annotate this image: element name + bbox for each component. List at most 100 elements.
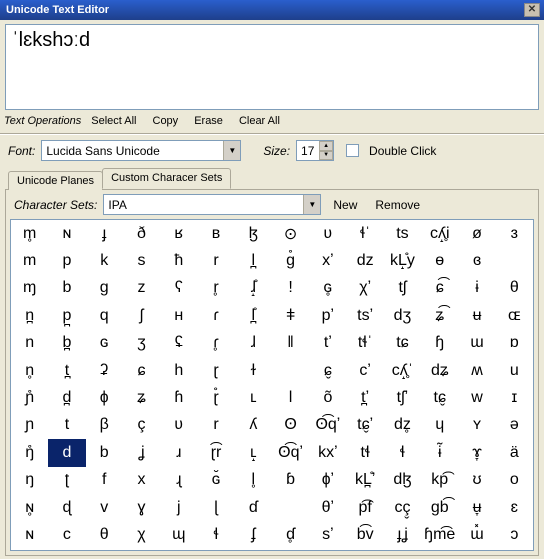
- character-cell[interactable]: k: [86, 247, 123, 274]
- character-cell[interactable]: ʃ: [123, 302, 160, 329]
- character-cell[interactable]: kp͡: [421, 467, 458, 494]
- character-cell[interactable]: õ: [309, 384, 346, 411]
- character-cell[interactable]: dʑ: [421, 357, 458, 384]
- character-cell[interactable]: ɖ: [48, 494, 85, 521]
- character-cell[interactable]: b: [48, 275, 85, 302]
- copy-button[interactable]: Copy: [147, 114, 185, 128]
- character-cell[interactable]: t̪: [48, 357, 85, 384]
- character-cell[interactable]: ɧ: [421, 330, 458, 357]
- character-cell[interactable]: p: [48, 247, 85, 274]
- character-cell[interactable]: o: [496, 467, 533, 494]
- character-cell[interactable]: ɮ: [235, 220, 272, 247]
- character-cell[interactable]: ɣ: [123, 494, 160, 521]
- character-cell[interactable]: dz: [347, 247, 384, 274]
- character-cell[interactable]: cʎ̝̥ˈ: [384, 357, 421, 384]
- character-cell[interactable]: ɫ: [235, 357, 272, 384]
- character-cell[interactable]: r̥: [197, 275, 234, 302]
- character-cell[interactable]: ɨ: [458, 275, 495, 302]
- character-cell[interactable]: m: [11, 247, 48, 274]
- character-cell[interactable]: xʼ: [309, 247, 346, 274]
- character-cell[interactable]: ɭ: [197, 494, 234, 521]
- tab-unicode-planes[interactable]: Unicode Planes: [8, 171, 103, 190]
- character-cell[interactable]: ɬ: [197, 521, 234, 548]
- character-cell[interactable]: ʑ͡: [421, 302, 458, 329]
- character-cell[interactable]: ǀ: [272, 384, 309, 411]
- character-cell[interactable]: r: [197, 412, 234, 439]
- character-cell[interactable]: ɨ̃: [421, 439, 458, 466]
- character-cell[interactable]: ɬˈ: [347, 220, 384, 247]
- character-cell[interactable]: θ: [86, 521, 123, 548]
- tab-custom-character-sets[interactable]: Custom Characer Sets: [102, 168, 231, 189]
- character-cell[interactable]: ɡb͡: [421, 494, 458, 521]
- character-cell[interactable]: ɤ̞: [458, 439, 495, 466]
- character-cell[interactable]: ʙ: [197, 220, 234, 247]
- character-cell[interactable]: ð: [123, 220, 160, 247]
- character-cell[interactable]: ʉ̞: [458, 494, 495, 521]
- character-cell[interactable]: ɓ: [272, 467, 309, 494]
- character-cell[interactable]: n: [11, 330, 48, 357]
- character-cell[interactable]: l̥: [235, 467, 272, 494]
- character-cell[interactable]: ø: [458, 220, 495, 247]
- character-cell[interactable]: ɺ̝̊: [235, 275, 272, 302]
- character-cell[interactable]: r: [197, 247, 234, 274]
- close-button[interactable]: ✕: [524, 3, 540, 17]
- select-all-button[interactable]: Select All: [85, 114, 142, 128]
- character-cell[interactable]: pʼ: [309, 302, 346, 329]
- character-cell[interactable]: t̪ʼ: [347, 384, 384, 411]
- character-cell[interactable]: ç: [123, 412, 160, 439]
- character-cell[interactable]: ts: [384, 220, 421, 247]
- character-cell[interactable]: ɺ: [235, 330, 272, 357]
- clear-all-button[interactable]: Clear All: [233, 114, 286, 128]
- character-cell[interactable]: m̥: [11, 220, 48, 247]
- erase-button[interactable]: Erase: [188, 114, 229, 128]
- size-down-button[interactable]: ▼: [319, 151, 333, 161]
- character-cell[interactable]: ɽ͡r: [197, 439, 234, 466]
- character-cell[interactable]: ɗ̥: [272, 521, 309, 548]
- character-cell[interactable]: sʼ: [309, 521, 346, 548]
- character-cell[interactable]: ʋ: [160, 412, 197, 439]
- character-cell[interactable]: ɕ: [123, 357, 160, 384]
- character-cell[interactable]: t: [48, 412, 85, 439]
- character-cell[interactable]: d: [48, 439, 85, 466]
- character-cell[interactable]: tʃʼ: [384, 384, 421, 411]
- character-cell[interactable]: ɜ: [496, 220, 533, 247]
- size-spinner[interactable]: 17 ▲ ▼: [296, 140, 334, 161]
- size-up-button[interactable]: ▲: [319, 141, 333, 151]
- character-cell[interactable]: tɬ: [347, 439, 384, 466]
- character-cell[interactable]: ɒ: [496, 330, 533, 357]
- character-cell[interactable]: ʒ: [123, 330, 160, 357]
- character-cell[interactable]: ɯ̽: [458, 521, 495, 548]
- character-cell[interactable]: ʑ: [123, 384, 160, 411]
- character-cell[interactable]: ɽ̊: [197, 384, 234, 411]
- character-cell[interactable]: ɢ̆: [197, 467, 234, 494]
- character-cell[interactable]: ɧm͡e: [421, 521, 458, 548]
- character-cell[interactable]: ʋ: [309, 220, 346, 247]
- character-cell[interactable]: ħ: [160, 247, 197, 274]
- character-cell[interactable]: ʘ: [272, 412, 309, 439]
- character-cell[interactable]: ɸ: [86, 384, 123, 411]
- character-cell[interactable]: tɕ̬ʼ: [347, 412, 384, 439]
- character-cell[interactable]: ɕ͡: [421, 275, 458, 302]
- character-cell[interactable]: kL̝̊y: [384, 247, 421, 274]
- character-cell[interactable]: u: [496, 357, 533, 384]
- character-cell[interactable]: ʊ: [458, 467, 495, 494]
- character-cell[interactable]: ŋ̊: [11, 439, 48, 466]
- character-cell[interactable]: c: [48, 521, 85, 548]
- character-cell[interactable]: ⊙: [272, 220, 309, 247]
- character-cell[interactable]: l̪̊: [235, 302, 272, 329]
- double-click-checkbox[interactable]: [346, 144, 359, 157]
- character-cell[interactable]: kL̪̊ʼ: [347, 467, 384, 494]
- character-cell[interactable]: z: [123, 275, 160, 302]
- character-cell[interactable]: θʼ: [309, 494, 346, 521]
- character-cell[interactable]: ɽ: [197, 357, 234, 384]
- character-cell[interactable]: [272, 357, 309, 384]
- character-cell[interactable]: ɯ: [458, 330, 495, 357]
- character-cell[interactable]: χ: [123, 521, 160, 548]
- character-cell[interactable]: ɛ: [496, 494, 533, 521]
- character-cell[interactable]: f: [86, 467, 123, 494]
- character-cell[interactable]: ʏ: [458, 412, 495, 439]
- character-cell[interactable]: ɦ: [160, 384, 197, 411]
- character-cell[interactable]: ʘ͡qʼ: [272, 439, 309, 466]
- character-cell[interactable]: ɾ̥: [197, 330, 234, 357]
- character-cell[interactable]: ‖: [272, 330, 309, 357]
